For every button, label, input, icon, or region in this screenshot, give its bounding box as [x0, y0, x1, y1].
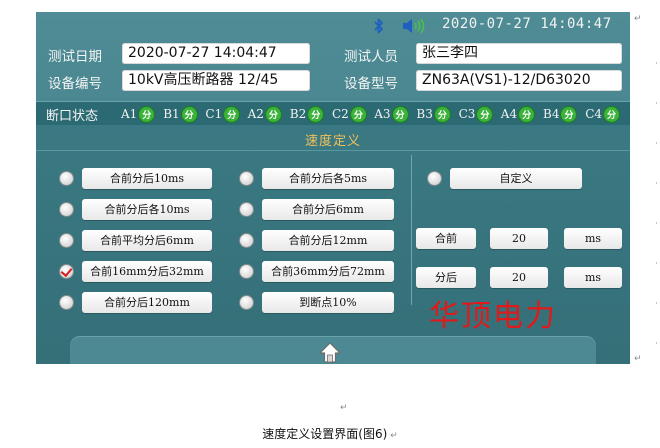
status-bar: 2020-07-27 14:04:47 — [36, 12, 630, 40]
figure-caption: 速度定义设置界面(图6) ↵ — [262, 427, 398, 441]
breaker-state-badge: 分 — [392, 106, 408, 122]
breaker-name: B1 — [163, 107, 180, 121]
breaker-state-badge: 分 — [477, 106, 493, 122]
radio-col2-3[interactable] — [240, 234, 253, 247]
bottom-bar — [70, 336, 596, 364]
option-col2-4[interactable]: 合前36mm分后72mm — [262, 261, 394, 282]
option-col2-1[interactable]: 合前分后各5ms — [262, 168, 394, 189]
breaker-state-badge: 分 — [434, 106, 450, 122]
option-col1-4[interactable]: 合前16mm分后32mm — [82, 261, 212, 282]
breaker-state-badge: 分 — [265, 106, 281, 122]
device-model-label: 设备型号 — [344, 76, 398, 92]
radio-col1-3[interactable] — [60, 234, 73, 247]
close-unit-button[interactable]: ms — [564, 228, 622, 249]
option-col2-2[interactable]: 合前分后6mm — [262, 199, 394, 220]
device-model-field[interactable]: ZN63A(VS1)-12/D63020 — [416, 70, 622, 91]
breaker-name: A3 — [374, 107, 391, 121]
breaker-name: C1 — [205, 107, 223, 121]
radio-col1-2[interactable] — [60, 203, 73, 216]
breaker-name: C3 — [458, 107, 476, 121]
brand-watermark: 华顶电力 — [429, 299, 557, 334]
divider — [36, 150, 630, 151]
option-col1-1[interactable]: 合前分后10ms — [82, 168, 212, 189]
close-label-button[interactable]: 合前 — [416, 228, 476, 249]
breaker-c1: C1 分 — [205, 106, 240, 122]
option-col2-5[interactable]: 到断点10% — [262, 292, 394, 313]
clock-display: 2020-07-27 14:04:47 — [442, 16, 612, 32]
open-value-field[interactable]: 20 — [490, 267, 548, 288]
breaker-status-label: 断口状态 — [46, 109, 99, 124]
breaker-c3: C3 分 — [459, 106, 493, 122]
breaker-b1: B1 分 — [163, 106, 197, 122]
breaker-c4: C4 分 — [585, 106, 620, 122]
close-value-field[interactable]: 20 — [490, 228, 548, 249]
breaker-c2: C2 分 — [332, 106, 366, 122]
breaker-state-badge: 分 — [604, 106, 620, 122]
radio-col1-1[interactable] — [60, 172, 73, 185]
column-separator — [411, 155, 412, 305]
test-date-field[interactable]: 2020-07-27 14:04:47 — [122, 43, 310, 64]
breaker-name: B3 — [416, 107, 433, 121]
breaker-b2: B2 分 — [289, 106, 324, 122]
speaker-icon — [403, 18, 425, 34]
breaker-status-row: 断口状态 A1 分 B1 分 C1 分 A2 分 B2 分 C2 分 A3 分 B3 分 C3 分 A4 分 B4 分 C4… — [36, 101, 630, 126]
breaker-state-badge: 分 — [519, 106, 535, 122]
breaker-b3: B3 分 — [416, 106, 450, 122]
breaker-name: A1 — [121, 107, 138, 121]
option-col1-2[interactable]: 合前分后各10ms — [82, 199, 212, 220]
breaker-a4: A4 分 — [500, 106, 535, 122]
breaker-name: A2 — [247, 107, 264, 121]
breaker-name: C2 — [332, 107, 349, 121]
radio-col2-1[interactable] — [240, 172, 253, 185]
breaker-state-badge: 分 — [224, 106, 240, 122]
breaker-state-badge: 分 — [139, 106, 155, 122]
custom-button[interactable]: 自定义 — [450, 168, 582, 189]
open-label-button[interactable]: 分后 — [416, 267, 476, 288]
breaker-state-badge: 分 — [561, 106, 577, 122]
breaker-b4: B4 分 — [543, 106, 577, 122]
tester-field[interactable]: 张三李四 — [416, 43, 622, 64]
speed-definition-panel: 速度定义 合前分后10ms 合前分后各10ms 合前平均分后6mm 合前16mm… — [36, 125, 630, 364]
radio-col2-4[interactable] — [240, 265, 253, 278]
radio-col2-2[interactable] — [240, 203, 253, 216]
breaker-name: B2 — [289, 107, 307, 121]
section-title: 速度定义 — [304, 134, 361, 149]
home-icon[interactable] — [316, 339, 344, 364]
open-unit-button[interactable]: ms — [564, 267, 622, 288]
option-col1-3[interactable]: 合前平均分后6mm — [82, 230, 212, 251]
breaker-a2: A2 分 — [248, 106, 281, 122]
radio-col1-4-selected[interactable] — [60, 265, 73, 278]
device-screen: 2020-07-27 14:04:47 测试日期 2020-07-27 14:0… — [36, 12, 630, 364]
breaker-state-badge: 分 — [350, 106, 366, 122]
device-no-field[interactable]: 10kV高压断路器 12/45 — [122, 70, 310, 91]
breaker-state-badge: 分 — [181, 106, 197, 122]
breaker-name: A4 — [500, 107, 518, 121]
breaker-name: C4 — [585, 107, 603, 121]
breaker-name: B4 — [543, 107, 560, 121]
test-date-label: 测试日期 — [48, 49, 102, 65]
option-col2-3[interactable]: 合前分后12mm — [262, 230, 394, 251]
radio-col2-5[interactable] — [240, 296, 253, 309]
tester-label: 测试人员 — [344, 49, 398, 65]
breaker-a1: A1 分 — [121, 106, 155, 122]
breaker-a3: A3 分 — [374, 106, 408, 122]
radio-custom[interactable] — [428, 172, 441, 185]
device-no-label: 设备编号 — [48, 76, 102, 92]
breaker-state-badge: 分 — [308, 106, 324, 122]
radio-col1-5[interactable] — [60, 296, 73, 309]
option-col1-5[interactable]: 合前分后120mm — [82, 292, 212, 313]
bluetooth-icon — [374, 18, 383, 34]
